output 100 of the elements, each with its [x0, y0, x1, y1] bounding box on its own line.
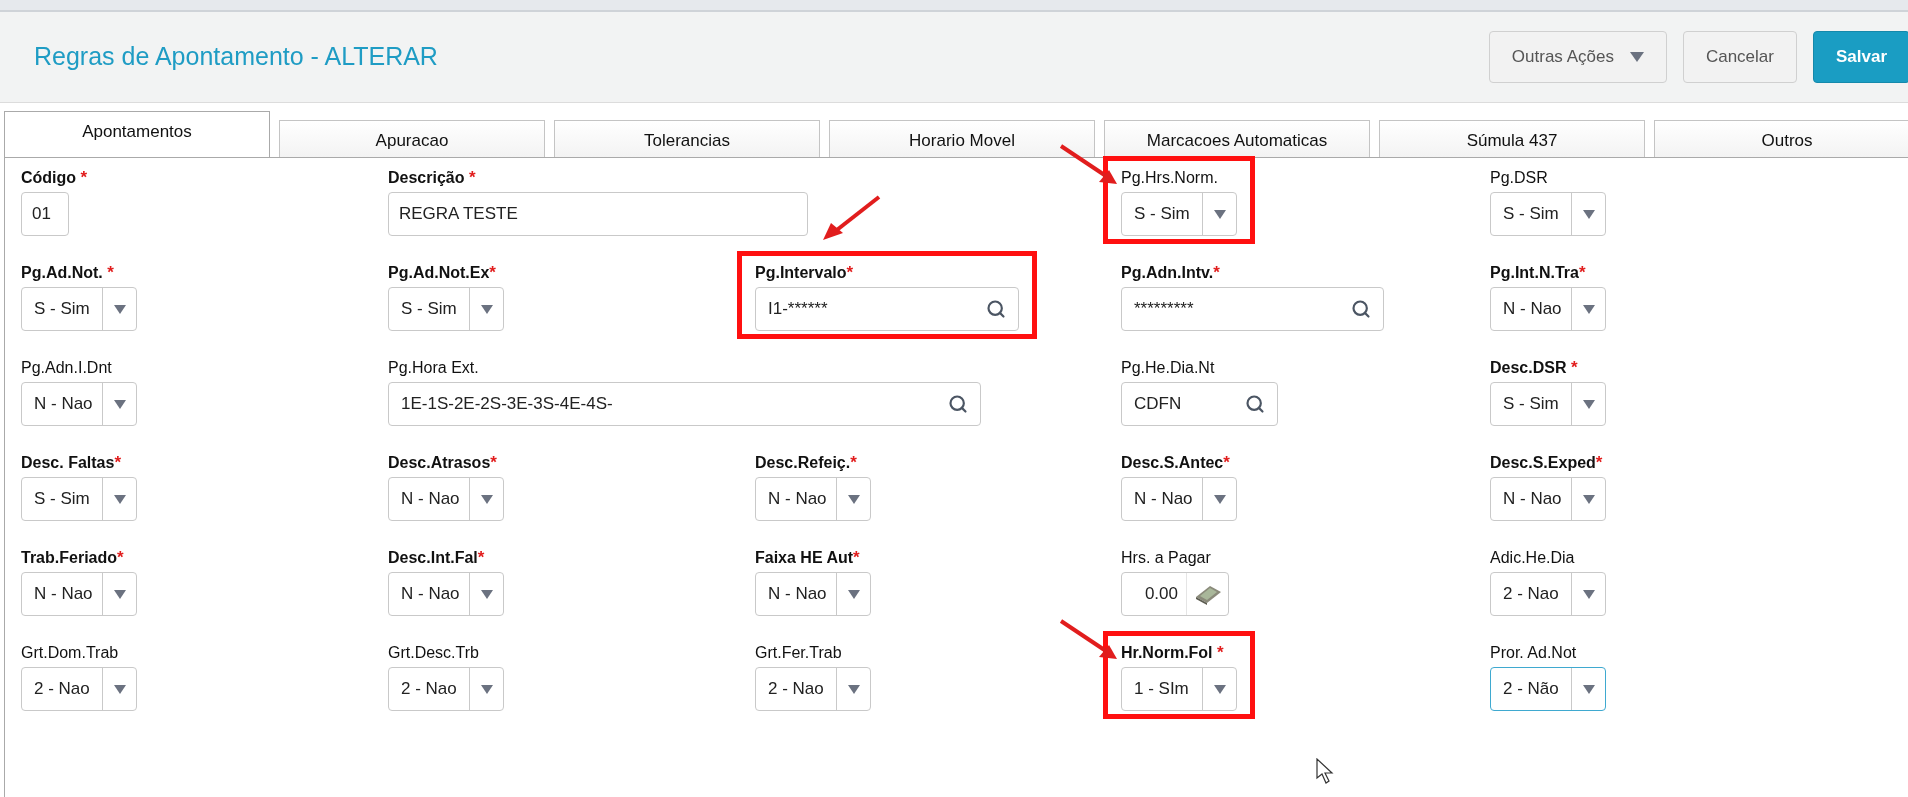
required-mark: *	[80, 166, 88, 189]
dropdown-field[interactable]: 2 - Nao	[755, 667, 871, 711]
required-mark: *	[1595, 451, 1603, 474]
caret-icon	[113, 494, 126, 504]
field-label: Pg.Ad.Not.Ex	[388, 263, 490, 283]
tab[interactable]: Outros	[1654, 120, 1908, 157]
dropdown-field[interactable]: 1 - SIm	[1121, 667, 1237, 711]
field-label: Hrs. a Pagar	[1121, 548, 1211, 568]
search-icon[interactable]	[1351, 299, 1371, 319]
field-label: Trab.Feriado	[21, 548, 118, 568]
required-mark: *	[853, 546, 860, 569]
field-label: Pror. Ad.Not	[1490, 643, 1577, 663]
required-mark: *	[107, 261, 114, 284]
field-label: Pg.Hora Ext.	[388, 358, 479, 378]
tab[interactable]: Tolerancias	[554, 120, 820, 157]
dropdown-field[interactable]: N - Nao	[755, 572, 871, 616]
required-mark: *	[1217, 641, 1224, 664]
dropdown-field[interactable]: S - Sim	[1121, 192, 1237, 236]
field-label: Pg.Intervalo	[755, 263, 847, 283]
field-label: Desc.DSR	[1490, 358, 1568, 378]
caret-icon	[480, 684, 493, 694]
dropdown-field[interactable]: S - Sim	[1490, 382, 1606, 426]
dropdown-field[interactable]: N - Nao	[21, 382, 137, 426]
dropdown-field[interactable]: S - Sim	[21, 477, 137, 521]
field-label: Pg.Ad.Not.	[21, 263, 104, 283]
caret-icon	[1582, 209, 1595, 219]
number-field[interactable]: 0.00	[1121, 572, 1229, 616]
caret-icon	[113, 304, 126, 314]
dropdown-field[interactable]: N - Nao	[1121, 477, 1237, 521]
caret-icon	[1582, 399, 1595, 409]
caret-icon	[113, 399, 126, 409]
page-title: Regras de Apontamento - ALTERAR	[34, 41, 439, 73]
dropdown-field[interactable]: 2 - Nao	[21, 667, 137, 711]
lookup-field[interactable]: 1E-1S-2E-2S-3E-3S-4E-4S-	[388, 382, 981, 426]
field-label: Grt.Desc.Trb	[388, 643, 479, 663]
caret-icon	[847, 684, 860, 694]
dropdown-field[interactable]: S - Sim	[21, 287, 137, 331]
dropdown-field[interactable]: N - Nao	[21, 572, 137, 616]
field-label: Desc.Atrasos	[388, 453, 491, 473]
field-label: Desc.Refeiç.	[755, 453, 851, 473]
caret-icon	[847, 589, 860, 599]
caret-icon	[847, 494, 860, 504]
search-icon[interactable]	[986, 299, 1006, 319]
caret-icon	[1213, 494, 1226, 504]
field-label: Pg.He.Dia.Nt	[1121, 358, 1215, 378]
field-label: Código	[21, 168, 78, 188]
required-mark: *	[1578, 261, 1586, 284]
field-label: Grt.Fer.Trab	[755, 643, 842, 663]
text-field[interactable]: 01	[21, 192, 69, 236]
field-label: Faixa HE Aut	[755, 548, 854, 568]
required-mark: *	[468, 166, 476, 189]
dropdown-field[interactable]: N - Nao	[1490, 477, 1606, 521]
tab[interactable]: Apuracao	[279, 120, 545, 157]
dropdown-field[interactable]: N - Nao	[1490, 287, 1606, 331]
required-mark: *	[117, 546, 124, 569]
required-mark: *	[850, 451, 857, 474]
field-label: Desc. Faltas	[21, 453, 115, 473]
caret-icon	[480, 494, 493, 504]
field-label: Adic.He.Dia	[1490, 548, 1575, 568]
caret-icon	[113, 589, 126, 599]
field-label: Descrição	[388, 168, 466, 188]
field-label: Hr.Norm.Fol	[1121, 643, 1214, 663]
tab[interactable]: Apontamentos	[4, 111, 270, 157]
search-icon[interactable]	[948, 394, 968, 414]
caret-icon	[1213, 209, 1226, 219]
required-mark: *	[846, 261, 854, 284]
search-icon[interactable]	[1245, 394, 1265, 414]
dropdown-field[interactable]: N - Nao	[388, 572, 504, 616]
required-mark: *	[477, 546, 485, 569]
required-mark: *	[489, 261, 496, 284]
lookup-field[interactable]: I1-******	[755, 287, 1019, 331]
field-label: Pg.Hrs.Norm.	[1121, 168, 1218, 188]
field-label: Grt.Dom.Trab	[21, 643, 119, 663]
dropdown-field[interactable]: 2 - Nao	[388, 667, 504, 711]
dropdown-field[interactable]: 2 - Nao	[1490, 572, 1606, 616]
cancel-button[interactable]: Cancelar	[1682, 31, 1797, 83]
required-mark: *	[490, 451, 497, 474]
actions-menu-button[interactable]: Outras Ações	[1488, 31, 1667, 83]
caret-icon	[1582, 304, 1595, 314]
required-mark: *	[114, 451, 121, 474]
field-label: Desc.S.Antec	[1121, 453, 1224, 473]
caret-icon	[113, 684, 126, 694]
field-label: Desc.Int.Fal	[388, 548, 478, 568]
dropdown-field[interactable]: S - Sim	[388, 287, 504, 331]
dropdown-field[interactable]: N - Nao	[755, 477, 871, 521]
lookup-field[interactable]: CDFN	[1121, 382, 1278, 426]
dropdown-field[interactable]: 2 - Não	[1490, 667, 1606, 711]
caret-icon	[480, 304, 493, 314]
field-label: Pg.Int.N.Tra	[1490, 263, 1579, 283]
field-label: Desc.S.Exped	[1490, 453, 1596, 473]
tab[interactable]: Súmula 437	[1379, 120, 1645, 157]
caret-icon	[1582, 494, 1595, 504]
dropdown-field[interactable]: S - Sim	[1490, 192, 1606, 236]
dropdown-field[interactable]: N - Nao	[388, 477, 504, 521]
tab[interactable]: Marcacoes Automaticas	[1104, 120, 1370, 157]
text-field[interactable]: REGRA TESTE	[388, 192, 808, 236]
lookup-field[interactable]: *********	[1121, 287, 1384, 331]
tab[interactable]: Horario Movel	[829, 120, 1095, 157]
required-mark: *	[1223, 451, 1230, 474]
required-mark: *	[1570, 356, 1578, 379]
